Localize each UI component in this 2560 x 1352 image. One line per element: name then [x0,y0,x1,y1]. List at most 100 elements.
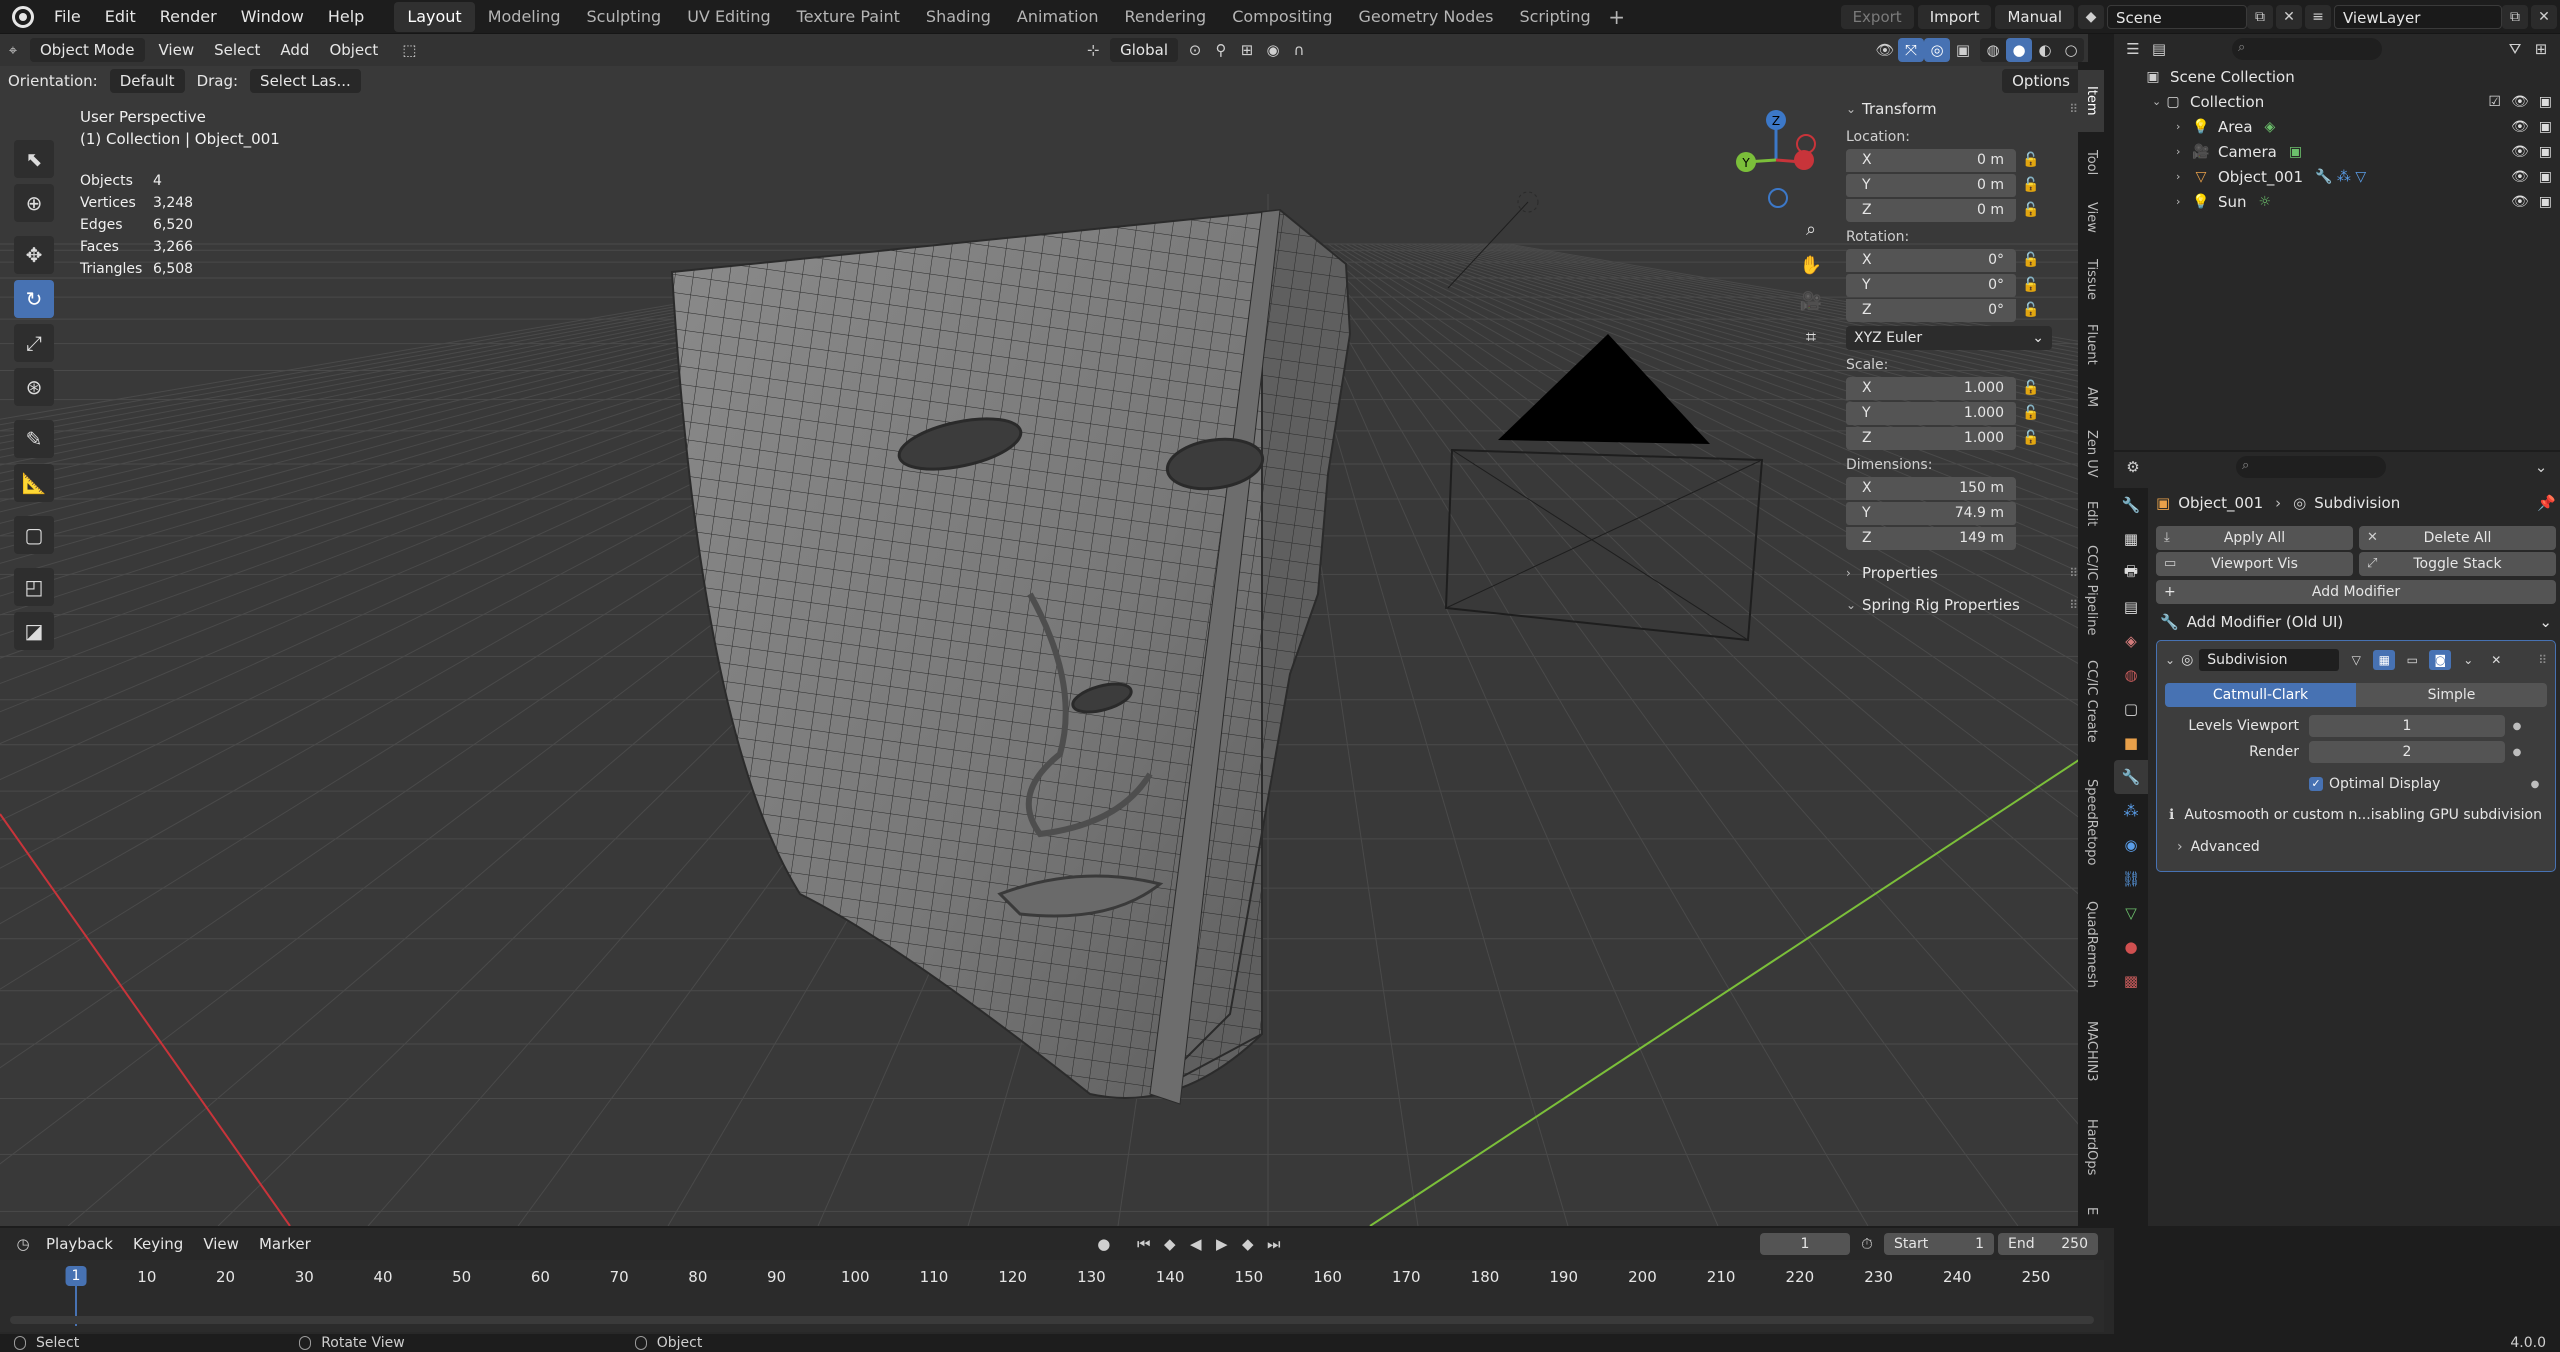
xray-toggle-icon[interactable]: ▣ [1950,38,1976,62]
selection-mode-icon[interactable]: ⬚ [396,38,422,62]
cursor-tool-icon[interactable]: ⊕ [14,184,54,222]
outliner-item-sun[interactable]: › 💡 Sun ☼ 👁 ▣ [2114,189,2560,214]
texture-tab-icon[interactable]: ▩ [2114,964,2148,998]
keyframe-dot-icon[interactable]: ● [2505,747,2529,758]
simple-option[interactable]: Simple [2356,683,2547,707]
eye-icon[interactable]: 👁 [2511,119,2529,135]
camera-data-icon[interactable]: ▣ [2289,144,2302,160]
menu-edit[interactable]: Edit [93,0,148,34]
view-layer-browse-icon[interactable]: ≡ [2305,5,2331,29]
lock-icon[interactable]: 🔓 [2016,202,2046,218]
catmull-clark-option[interactable]: Catmull-Clark [2165,683,2356,707]
display-mode-icon[interactable]: ▤ [2146,37,2172,61]
falloff-icon[interactable]: ∩ [1286,38,1312,62]
editor-type-icon[interactable]: ⌖ [0,38,26,62]
annotate-tool-icon[interactable]: ✎ [14,420,54,458]
visibility-icon[interactable]: 👁 [1872,38,1898,62]
viewport-menu-select[interactable]: Select [204,41,270,59]
dimension-x-field[interactable]: X 150 m [1846,476,2016,500]
snap-icon[interactable]: ⚲ [1208,38,1234,62]
blender-logo-icon[interactable] [12,5,34,28]
keyframe-dot-icon[interactable]: ● [2523,779,2547,790]
properties-panel-header[interactable]: › Properties ⠿ [1846,560,2078,586]
modifier-menu-icon[interactable]: ⌄ [2457,650,2479,670]
properties-editor-icon[interactable]: ⚙ [2120,455,2146,479]
stopwatch-icon[interactable]: ⏱ [1854,1232,1880,1256]
snap-target-icon[interactable]: ⊞ [1234,38,1260,62]
edit-mode-toggle-icon[interactable]: ▽ [2345,650,2367,670]
eye-icon[interactable]: 👁 [2511,194,2529,210]
new-collection-icon[interactable]: ⊞ [2528,37,2554,61]
menu-render[interactable]: Render [148,0,229,34]
lock-icon[interactable]: 🔓 [2016,177,2046,193]
area-light-object[interactable] [1447,191,1539,289]
3d-viewport[interactable]: Z Y ⌖ Object Mode View Select Add Object ⬚ … [0,34,2088,1226]
lock-icon[interactable]: 🔓 [2016,405,2046,421]
spring-rig-panel-header[interactable]: ⌄ Spring Rig Properties ⠿ [1846,592,2078,618]
modifiers-tab-icon[interactable]: 🔧 [2114,760,2148,794]
timeline-menu-marker[interactable]: Marker [249,1235,321,1253]
side-tab-item[interactable]: Item [2078,70,2104,132]
collapse-chevron-icon[interactable]: ⌄ [2165,653,2175,667]
orientation-dropdown[interactable]: Default [109,69,185,93]
drag-handle-icon[interactable]: ⠿ [2069,96,2078,122]
camera-render-icon[interactable]: ▣ [2539,94,2552,110]
transform-panel-header[interactable]: ⌄ Transform ⠿ [1846,96,2078,122]
tab-shading[interactable]: Shading [913,2,1004,32]
record-icon[interactable]: ● [1091,1232,1117,1256]
side-tab-zen-uv[interactable]: Zen UV [2078,420,2104,488]
side-tab-e[interactable]: E [2078,1198,2104,1224]
side-tab-cc-ic-create[interactable]: CC/IC Create [2078,646,2104,756]
add-cube-tool-icon[interactable]: ▢ [14,516,54,554]
transform-orientation-dropdown[interactable]: Global [1110,38,1178,62]
output-tab-icon[interactable]: 🖶 [2114,556,2148,590]
side-tab-hardops[interactable]: HardOps [2078,1102,2104,1192]
camera-render-icon[interactable]: ▣ [2539,119,2552,135]
modifier-name-field[interactable]: Subdivision [2199,649,2340,671]
lock-icon[interactable]: 🔓 [2016,252,2046,268]
export-button[interactable]: Export [1840,5,1914,29]
physics-tab-icon[interactable]: ◉ [2114,828,2148,862]
jump-end-icon[interactable]: ⏭ [1261,1232,1287,1256]
scene-collection-row[interactable]: ▣ Scene Collection [2114,64,2560,89]
viewport-menu-view[interactable]: View [149,41,205,59]
add-workspace-icon[interactable]: + [1604,5,1630,29]
outliner-item-area[interactable]: › 💡 Area ◈ 👁 ▣ [2114,114,2560,139]
proportional-edit-icon[interactable]: ◉ [1260,38,1286,62]
timeline-editor-icon[interactable]: ◷ [10,1232,36,1256]
side-tab-edit[interactable]: Edit [2078,494,2104,534]
new-view-layer-icon[interactable]: ⧉ [2502,5,2528,29]
end-frame-field[interactable]: End 250 [1998,1233,2098,1255]
drag-dropdown[interactable]: Select Las... [250,69,361,93]
play-icon[interactable]: ▶ [1209,1232,1235,1256]
chevron-right-icon[interactable]: › [2176,170,2192,183]
render-levels-field[interactable]: 2 [2309,741,2505,763]
gizmo-toggle-icon[interactable]: ⤧ [1898,38,1924,62]
material-shading-icon[interactable]: ◐ [2032,38,2058,62]
camera-render-icon[interactable]: ▣ [2539,169,2552,185]
dimension-z-field[interactable]: Z 149 m [1846,526,2016,550]
drag-handle-icon[interactable]: ⠿ [2538,653,2547,667]
optimal-display-checkbox[interactable]: ✓ [2309,777,2323,791]
side-tab-am[interactable]: AM [2078,380,2104,414]
tab-compositing[interactable]: Compositing [1219,2,1345,32]
lock-icon[interactable]: 🔓 [2016,152,2046,168]
dimension-y-field[interactable]: Y 74.9 m [1846,501,2016,525]
scale-y-field[interactable]: Y 1.000 [1846,401,2016,425]
apply-all-button[interactable]: ⤓ Apply All [2156,526,2353,550]
filter-icon[interactable]: ⛛ [2502,37,2528,61]
tab-geometry-nodes[interactable]: Geometry Nodes [1346,2,1507,32]
measure-tool-icon[interactable]: 📐 [14,464,54,502]
pan-hand-icon[interactable]: ✋ [1794,248,1828,282]
side-tab-machin3[interactable]: MACHIN3 [2078,1006,2104,1096]
timeline-scrollbar[interactable] [10,1316,2094,1324]
viewport-toggle-icon[interactable]: ▭ [2401,650,2423,670]
delete-all-button[interactable]: ✕ Delete All [2359,526,2556,550]
data-tab-icon[interactable]: ▽ [2114,896,2148,930]
eye-icon[interactable]: 👁 [2511,144,2529,160]
menu-file[interactable]: File [42,0,93,34]
object_001-data-icon[interactable]: 🔧 ⁂ ▽ [2315,169,2366,185]
tab-rendering[interactable]: Rendering [1112,2,1220,32]
keyframe-dot-icon[interactable]: ● [2505,721,2529,732]
location-z-field[interactable]: Z0 m [1846,198,2016,222]
